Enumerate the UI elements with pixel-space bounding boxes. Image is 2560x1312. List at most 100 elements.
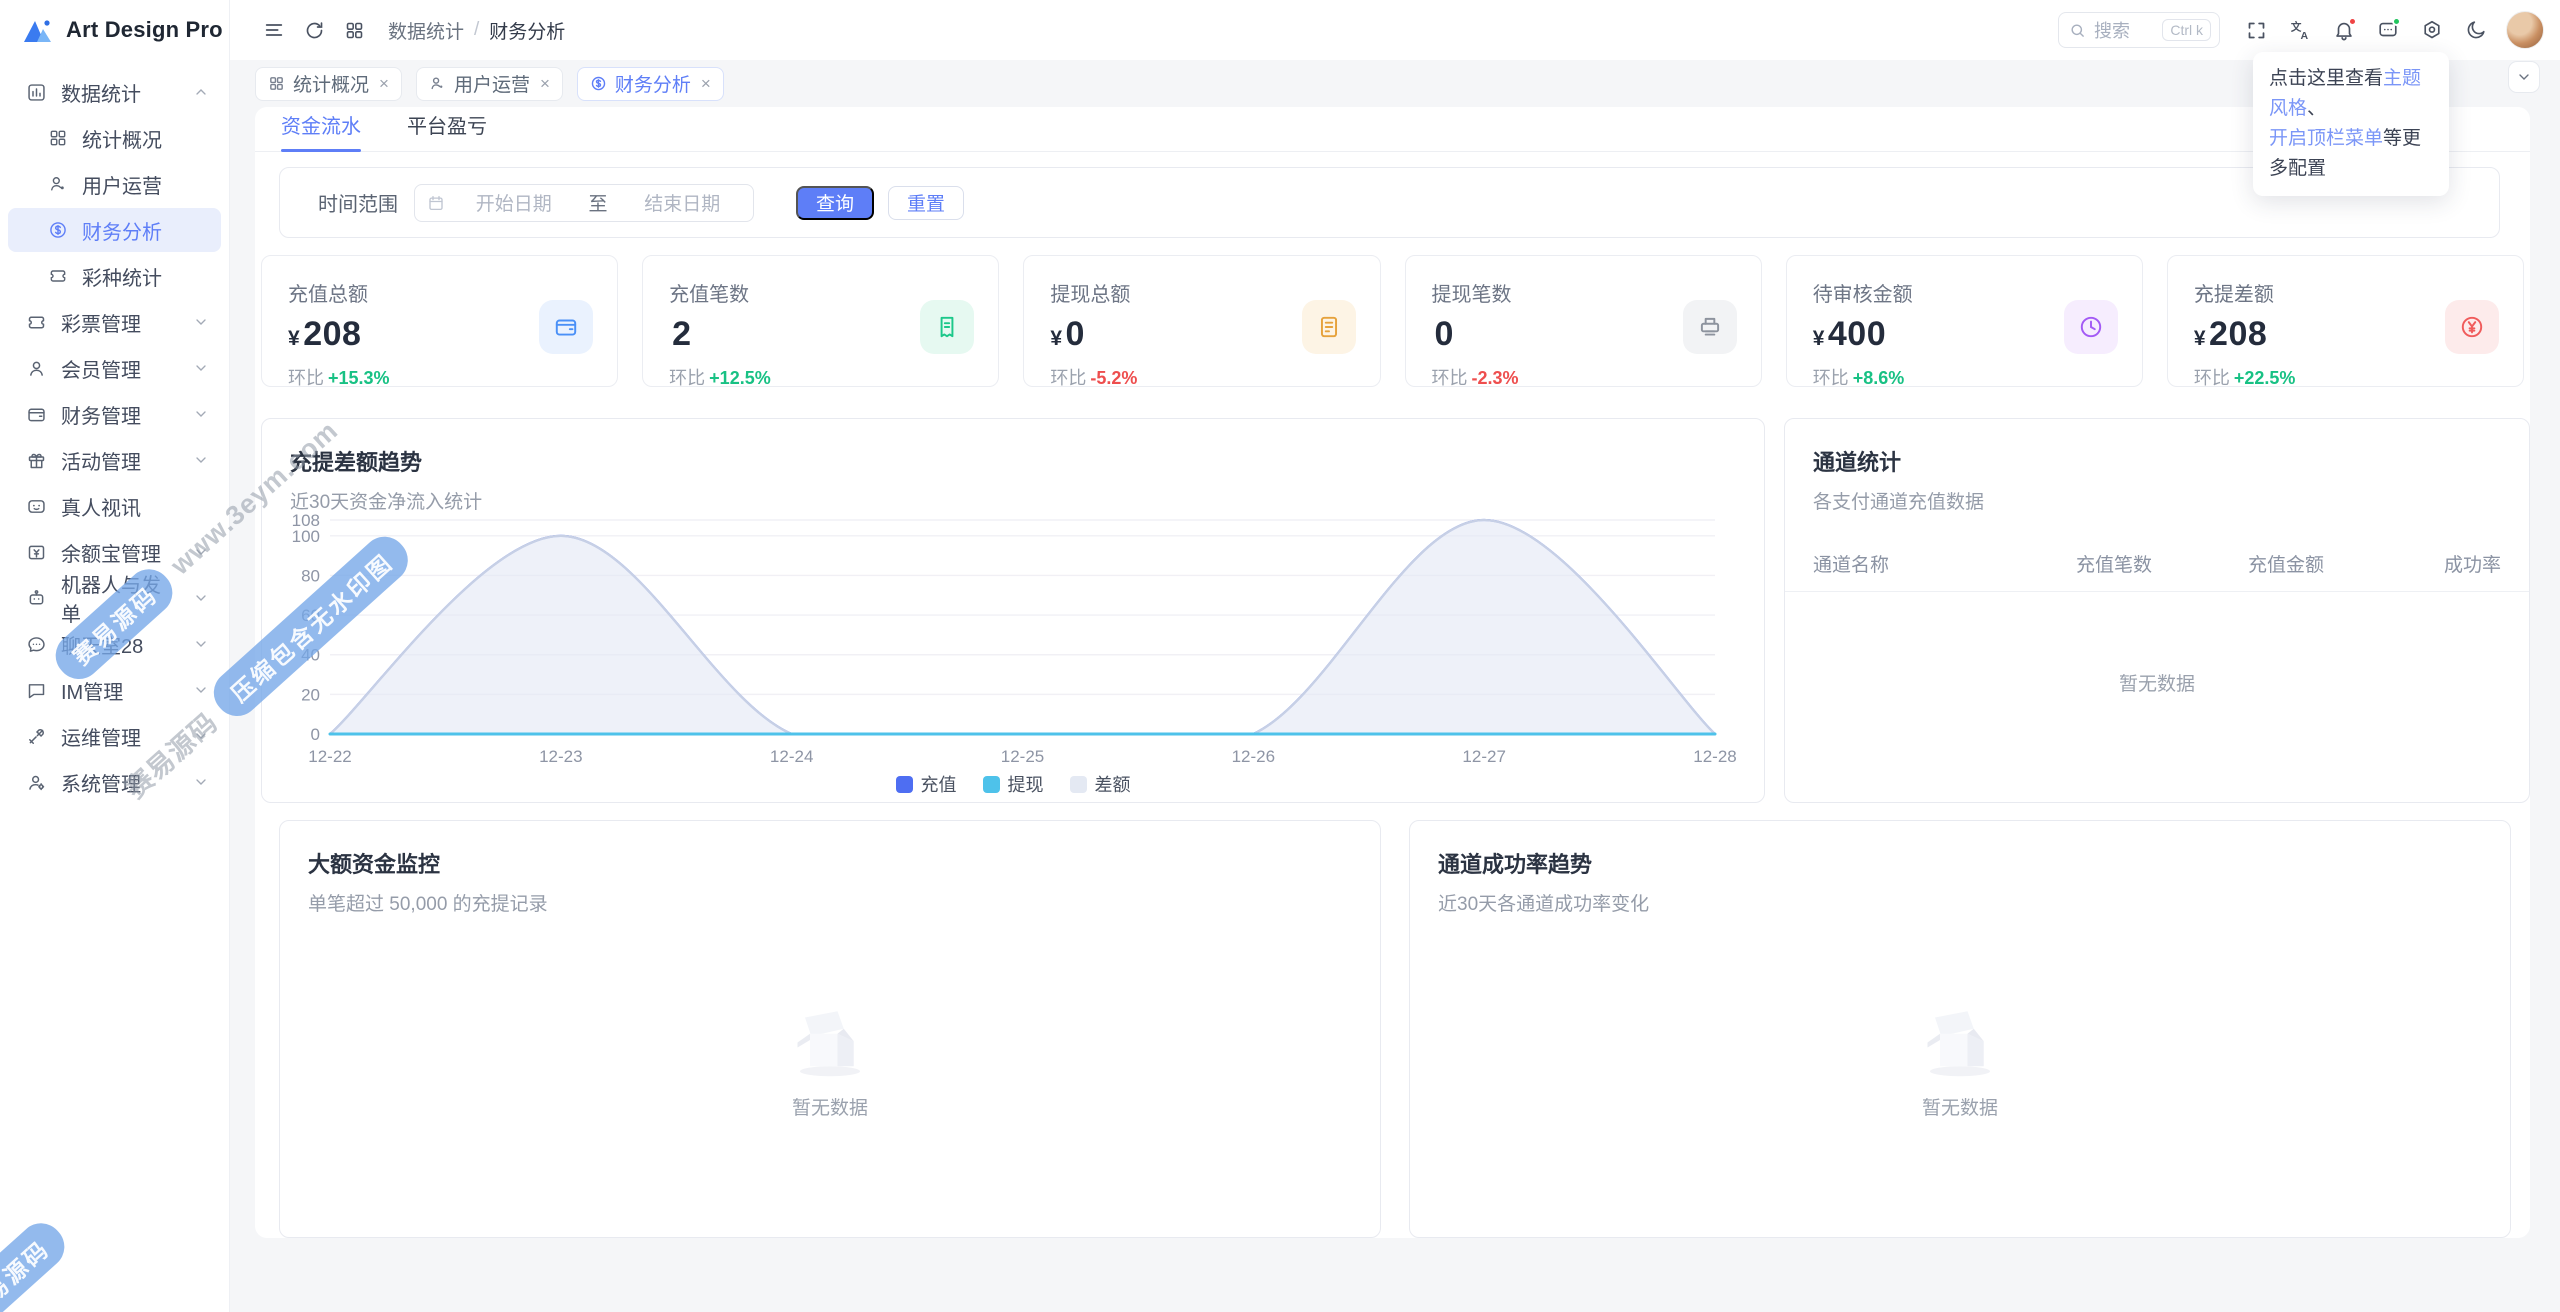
tab-options-button[interactable] bbox=[2508, 61, 2540, 93]
sidebar-item-member-manage[interactable]: 会员管理 bbox=[8, 346, 221, 390]
breadcrumb-parent[interactable]: 数据统计 bbox=[388, 17, 464, 44]
stat-value: 208 bbox=[2209, 315, 2267, 353]
sidebar-item-im-manage[interactable]: IM管理 bbox=[8, 668, 221, 712]
close-icon[interactable]: × bbox=[540, 74, 550, 94]
sidebar: Art Design Pro 数据统计 统计概况 用户运营 财务分析 彩种统计 … bbox=[0, 0, 230, 1312]
sidebar-item-user-operation[interactable]: 用户运营 bbox=[8, 162, 221, 206]
start-date-placeholder: 开始日期 bbox=[455, 189, 573, 216]
chevron-up-icon bbox=[193, 84, 209, 100]
stat-card-recharge-count: 充值笔数 2 环比+12.5% bbox=[642, 255, 999, 387]
legend-item[interactable]: 提现 bbox=[983, 771, 1044, 797]
yen-circle-icon bbox=[2445, 300, 2499, 354]
query-button[interactable]: 查询 bbox=[796, 186, 874, 220]
empty-state: 暂无数据 bbox=[280, 1001, 1380, 1120]
legend-item[interactable]: 充值 bbox=[896, 771, 957, 797]
large-funds-panel: 大额资金监控 单笔超过 50,000 的充提记录 暂无数据 bbox=[279, 820, 1381, 1238]
clock-icon bbox=[2064, 300, 2118, 354]
refresh-icon[interactable] bbox=[294, 10, 334, 50]
sidebar-item-label: 用户运营 bbox=[82, 170, 162, 199]
tab-user-operation[interactable]: 用户运营 × bbox=[416, 67, 563, 101]
search-icon bbox=[2069, 22, 2086, 39]
sidebar-item-data-stats[interactable]: 数据统计 bbox=[8, 70, 221, 114]
area-chart[interactable]: 02040608010010812-2212-2312-2412-2512-26… bbox=[262, 512, 1766, 764]
sidebar-item-lottery-stats[interactable]: 彩种统计 bbox=[8, 254, 221, 298]
sidebar-item-finance-analysis[interactable]: 财务分析 bbox=[8, 208, 221, 252]
sidebar-item-yuebao-manage[interactable]: 余额宝管理 bbox=[8, 530, 221, 574]
chevron-down-icon bbox=[193, 544, 209, 560]
sidebar-item-live-video[interactable]: 真人视讯 bbox=[8, 484, 221, 528]
sidebar-item-label: 系统管理 bbox=[61, 768, 141, 797]
gift-icon bbox=[26, 450, 47, 471]
tools-icon bbox=[26, 726, 47, 747]
stat-trend: +22.5% bbox=[2234, 368, 2296, 388]
user-icon bbox=[26, 358, 47, 379]
column-recharge-count: 充值笔数 bbox=[2028, 550, 2200, 577]
sidebar-item-system-manage[interactable]: 系统管理 bbox=[8, 760, 221, 804]
legend-swatch bbox=[896, 776, 913, 793]
sidebar-item-ops-manage[interactable]: 运维管理 bbox=[8, 714, 221, 758]
sidebar-menu: 数据统计 统计概况 用户运营 财务分析 彩种统计 彩票管理 会员管理 bbox=[0, 60, 229, 804]
breadcrumb-separator: / bbox=[474, 19, 479, 41]
sidebar-item-label: 彩种统计 bbox=[82, 262, 162, 291]
legend-label: 差额 bbox=[1095, 771, 1131, 797]
fullscreen-icon[interactable] bbox=[2236, 10, 2276, 50]
notification-bell-icon[interactable] bbox=[2324, 10, 2364, 50]
svg-text:20: 20 bbox=[301, 685, 320, 704]
svg-text:12-22: 12-22 bbox=[308, 747, 351, 764]
stat-trend: +15.3% bbox=[328, 368, 390, 388]
user-avatar[interactable] bbox=[2506, 11, 2544, 49]
tab-label: 统计概况 bbox=[293, 70, 369, 97]
close-icon[interactable]: × bbox=[701, 74, 711, 94]
app-title: Art Design Pro bbox=[66, 17, 223, 43]
bank-card-icon bbox=[1302, 300, 1356, 354]
legend-item[interactable]: 差额 bbox=[1070, 771, 1131, 797]
live-video-icon bbox=[26, 496, 47, 517]
stat-value: 208 bbox=[303, 315, 361, 353]
chat-icon[interactable] bbox=[2368, 10, 2408, 50]
stat-trend: -5.2% bbox=[1090, 368, 1137, 388]
panel-title: 通道成功率趋势 bbox=[1410, 821, 2510, 879]
app-logo[interactable]: Art Design Pro bbox=[0, 0, 229, 60]
sidebar-item-finance-manage[interactable]: 财务管理 bbox=[8, 392, 221, 436]
chevron-down-icon bbox=[193, 774, 209, 790]
close-icon[interactable]: × bbox=[379, 74, 389, 94]
top-header: 数据统计 / 财务分析 搜索 Ctrl k 文A bbox=[230, 0, 2560, 60]
tab-stats-overview[interactable]: 统计概况 × bbox=[255, 67, 402, 101]
table-header: 通道名称 充值笔数 充值金额 成功率 bbox=[1785, 522, 2529, 592]
robot-icon bbox=[26, 588, 47, 609]
search-input[interactable]: 搜索 Ctrl k bbox=[2058, 12, 2220, 48]
dark-mode-moon-icon[interactable] bbox=[2456, 10, 2496, 50]
message-icon bbox=[26, 680, 47, 701]
printer-icon bbox=[1683, 300, 1737, 354]
dollar-circle-icon bbox=[590, 75, 607, 92]
apps-grid-icon[interactable] bbox=[334, 10, 374, 50]
date-range-label: 时间范围 bbox=[318, 188, 398, 217]
sidebar-item-label: 会员管理 bbox=[61, 354, 141, 383]
reset-button[interactable]: 重置 bbox=[888, 186, 964, 220]
tab-capital-flow[interactable]: 资金流水 bbox=[281, 110, 361, 151]
content-tabs: 资金流水 平台盈亏 bbox=[255, 107, 2530, 152]
legend-swatch bbox=[1070, 776, 1087, 793]
tab-platform-pnl[interactable]: 平台盈亏 bbox=[407, 110, 487, 151]
settings-gear-icon[interactable] bbox=[2412, 10, 2452, 50]
svg-text:40: 40 bbox=[301, 646, 320, 665]
money-note-icon bbox=[26, 542, 47, 563]
top-menu-link[interactable]: 开启顶栏菜单 bbox=[2269, 128, 2383, 149]
legend-swatch bbox=[983, 776, 1000, 793]
sidebar-item-chatroom-28[interactable]: 聊天室28 bbox=[8, 622, 221, 666]
sidebar-item-stats-overview[interactable]: 统计概况 bbox=[8, 116, 221, 160]
sidebar-item-lottery-manage[interactable]: 彩票管理 bbox=[8, 300, 221, 344]
empty-text: 暂无数据 bbox=[792, 1093, 868, 1120]
sidebar-item-activity-manage[interactable]: 活动管理 bbox=[8, 438, 221, 482]
collapse-menu-icon[interactable] bbox=[254, 10, 294, 50]
language-icon[interactable]: 文A bbox=[2280, 10, 2320, 50]
tab-finance-analysis[interactable]: 财务分析 × bbox=[577, 67, 724, 101]
sidebar-item-robot-dispatch[interactable]: 机器人与发单 bbox=[8, 576, 221, 620]
user-plus-icon bbox=[429, 75, 446, 92]
svg-text:A: A bbox=[2300, 30, 2308, 42]
date-range-input[interactable]: 开始日期 至 结束日期 bbox=[414, 184, 754, 222]
sidebar-item-label: 数据统计 bbox=[61, 78, 141, 107]
header-actions: 搜索 Ctrl k 文A bbox=[2058, 10, 2544, 50]
search-placeholder: 搜索 bbox=[2094, 17, 2154, 43]
stat-value: 400 bbox=[1828, 315, 1886, 353]
